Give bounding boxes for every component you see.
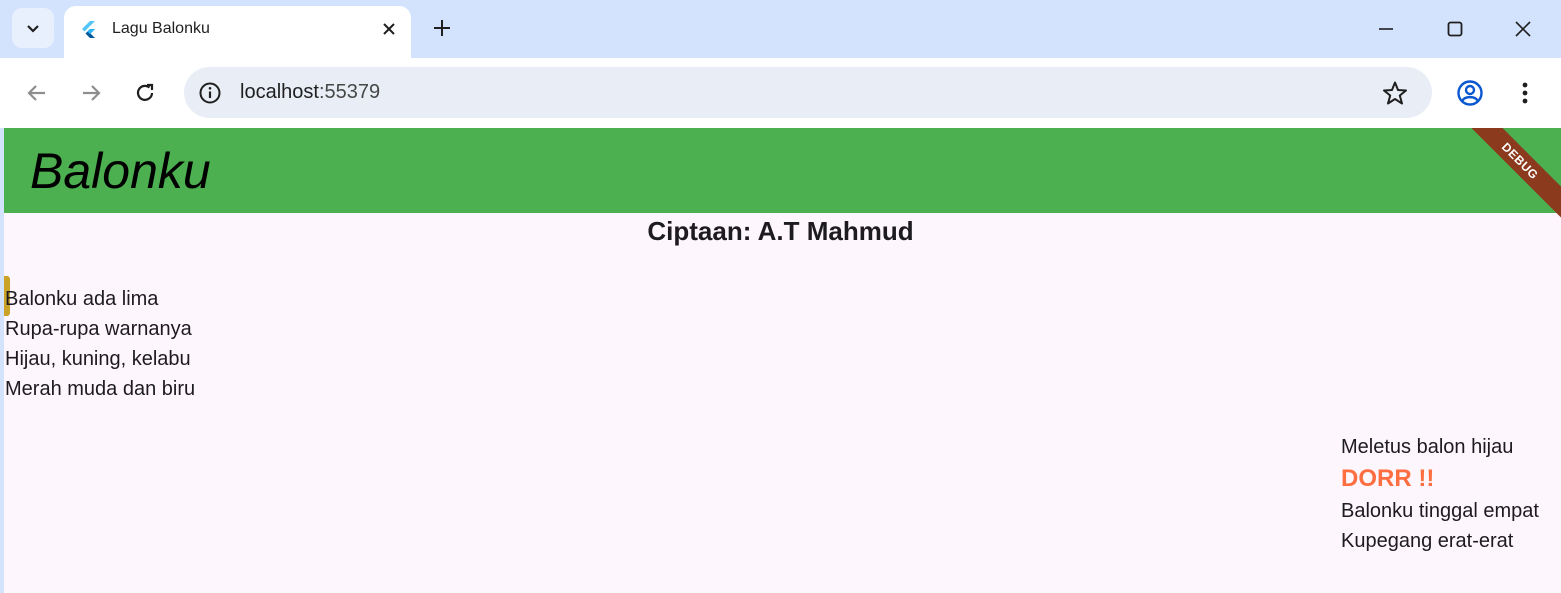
reload-button[interactable] <box>127 75 163 111</box>
lyric-line: Hijau, kuning, kelabu <box>5 348 191 370</box>
app-bar: Balonku DEBUG <box>4 128 1561 222</box>
url-text: localhost:55379 <box>240 81 381 103</box>
app-viewport: Balonku DEBUG Ciptaan: A.T Mahmud Balonk… <box>4 128 1561 593</box>
forward-button[interactable] <box>73 75 109 111</box>
lyric-line: Merah muda dan biru <box>5 378 196 400</box>
tab-search-button[interactable] <box>12 8 54 48</box>
flutter-icon <box>82 21 95 38</box>
tab-close-button[interactable] <box>376 16 402 42</box>
lyric-line: Rupa-rupa warnanya <box>5 318 192 340</box>
menu-button[interactable] <box>1507 75 1543 111</box>
back-button[interactable] <box>19 75 55 111</box>
chevron-down-icon <box>27 25 39 33</box>
maximize-button[interactable] <box>1435 10 1475 48</box>
tab-strip: Lagu Balonku <box>0 0 1561 58</box>
minimize-button[interactable] <box>1366 10 1406 48</box>
lyric-line: Balonku ada lima <box>5 288 159 310</box>
more-vert-icon <box>1522 82 1528 104</box>
active-tab[interactable]: Lagu Balonku <box>64 6 411 58</box>
close-icon <box>383 23 395 35</box>
new-tab-button[interactable] <box>428 14 456 42</box>
lyric-line: Kupegang erat-erat <box>1341 530 1514 552</box>
lyric-line: Balonku tinggal empat <box>1341 500 1539 522</box>
song-author: Ciptaan: A.T Mahmud <box>647 216 914 246</box>
lyric-line: Meletus balon hijau <box>1341 436 1514 458</box>
close-icon <box>1515 21 1531 37</box>
address-bar[interactable]: localhost:55379 <box>184 67 1432 118</box>
tab-title: Lagu Balonku <box>112 20 210 37</box>
account-icon <box>1457 80 1483 106</box>
arrow-right-icon <box>83 85 101 101</box>
browser-toolbar: localhost:55379 <box>0 58 1561 128</box>
app-title: Balonku <box>30 143 211 199</box>
window-close-button[interactable] <box>1503 10 1543 48</box>
maximize-icon <box>1447 21 1463 37</box>
debug-banner: DEBUG <box>1459 128 1561 222</box>
minimize-icon <box>1379 28 1393 30</box>
reload-icon <box>136 83 154 101</box>
plus-icon <box>434 20 450 36</box>
verse-one: Balonku ada lima Rupa-rupa warnanya Hija… <box>5 284 195 404</box>
verse-two: Meletus balon hijau DORR !! Balonku ting… <box>1341 432 1539 556</box>
bookmark-star-icon[interactable] <box>1382 80 1408 106</box>
site-info-icon[interactable] <box>198 81 222 105</box>
profile-button[interactable] <box>1452 75 1488 111</box>
dorr-exclamation: DORR !! <box>1341 465 1435 492</box>
arrow-left-icon <box>27 85 45 101</box>
